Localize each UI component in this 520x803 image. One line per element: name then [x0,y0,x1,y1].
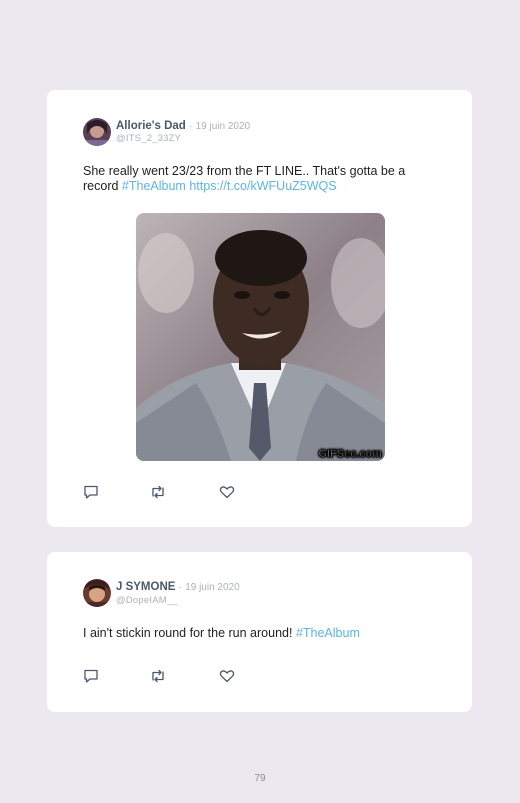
tweet-date[interactable]: 19 juin 2020 [196,121,251,132]
avatar[interactable] [83,118,111,146]
tweet-card: J SYMONE · 19 juin 2020 @DopeIAM__ I ain… [47,552,472,712]
tweet-gif[interactable]: GIFSec.com [136,213,385,461]
user-name[interactable]: Allorie's Dad · 19 juin 2020 [116,120,250,132]
tweet-card: Allorie's Dad · 19 juin 2020 @ITS_2_33ZY… [47,90,472,527]
hashtag-link[interactable]: #TheAlbum [122,179,186,193]
gif-watermark: GIFSec.com [318,448,382,460]
user-handle: @DopeIAM__ [116,595,178,606]
retweet-icon[interactable] [150,669,166,683]
page-number: 79 [254,773,266,784]
hashtag-link[interactable]: #TheAlbum [296,626,360,640]
heart-icon[interactable] [219,669,235,683]
user-handle: @ITS_2_33ZY [116,133,182,144]
heart-icon[interactable] [219,485,235,499]
tweet-date[interactable]: 19 juin 2020 [185,582,240,593]
avatar[interactable] [83,579,111,607]
tweet-text: She really went 23/23 from the FT LINE..… [83,164,406,193]
reply-icon[interactable] [83,669,99,683]
url-link[interactable]: https://t.co/kWFUuZ5WQS [189,179,336,193]
reply-icon[interactable] [83,485,99,499]
tweet-text: I ain't stickin round for the run around… [83,626,360,640]
retweet-icon[interactable] [150,485,166,499]
user-name[interactable]: J SYMONE · 19 juin 2020 [116,581,240,593]
